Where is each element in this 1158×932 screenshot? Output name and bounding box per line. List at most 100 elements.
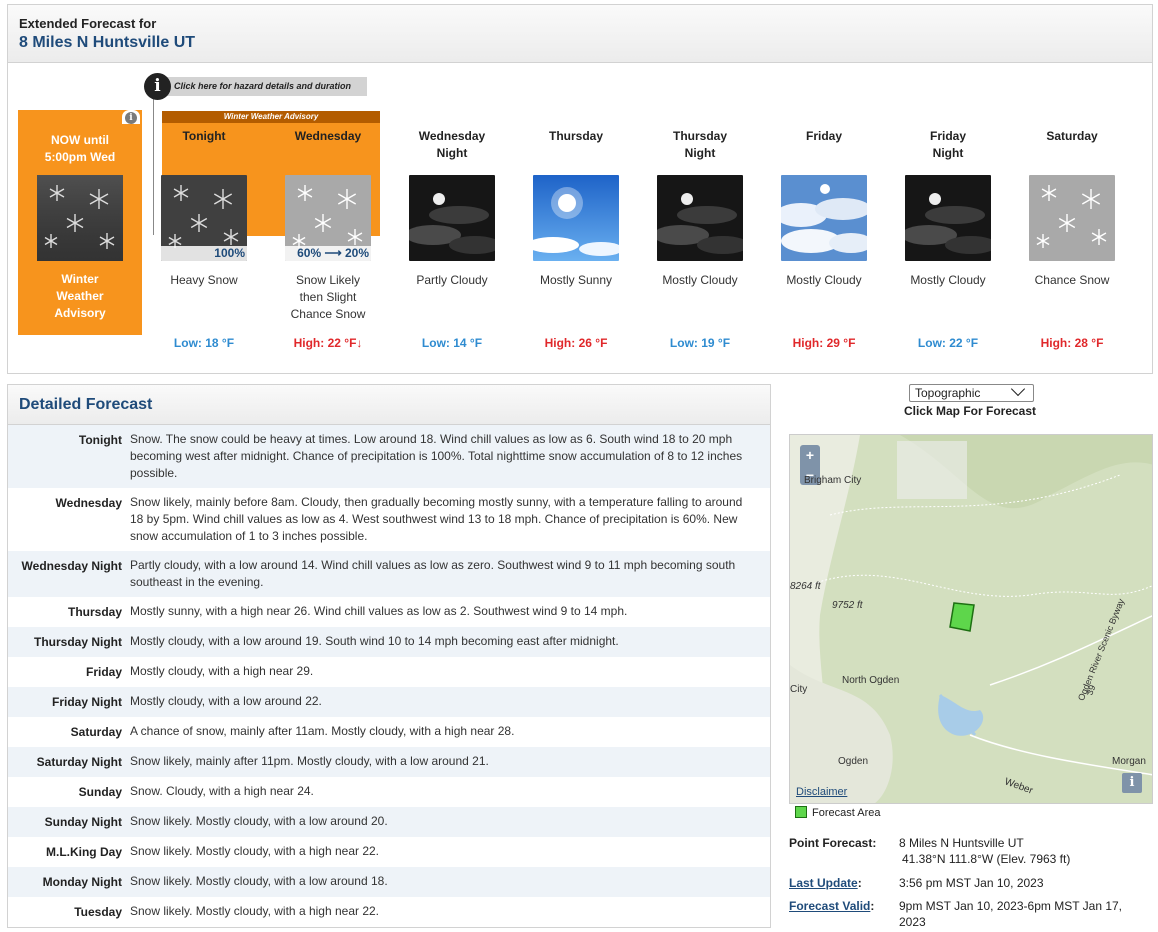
row-forecast-text: Snow likely, mainly after 11pm. Mostly c… <box>130 754 489 768</box>
period-name: Saturday <box>1046 129 1098 143</box>
detailed-forecast-row: Saturday Night Snow likely, mainly after … <box>8 747 770 777</box>
row-period-label: Wednesday <box>55 496 122 510</box>
map-label-elevation-9752: 9752 ft <box>832 600 863 611</box>
now-panel[interactable]: i NOW until 5:00pm Wed Winter Weather Ad… <box>18 110 142 335</box>
info-icon: i <box>125 112 137 124</box>
detailed-forecast-rows: Tonight Snow. The snow could be heavy at … <box>8 425 770 927</box>
detailed-forecast-row: Wednesday Night Partly cloudy, with a low… <box>8 551 770 597</box>
chevron-down-icon <box>1010 381 1026 397</box>
period-short-forecast: Mostly Sunny <box>539 273 613 287</box>
row-period-label: Thursday <box>67 605 122 619</box>
row-forecast-text: Snow likely. Mostly cloudy, with a high … <box>130 904 380 918</box>
night-cloudy-icon <box>409 175 495 261</box>
row-forecast-text: Mostly cloudy, with a low around 19. Sou… <box>130 634 619 648</box>
row-period-label: Friday <box>85 665 122 679</box>
detailed-forecast-title: Detailed Forecast <box>8 385 770 425</box>
forecast-area-swatch <box>795 806 807 818</box>
last-update-row: Last Update: <box>789 876 862 890</box>
forecast-header: Extended Forecast for 8 Miles N Huntsvil… <box>7 4 1153 62</box>
detailed-forecast-row: Thursday Mostly sunny, with a high near 2… <box>8 597 770 627</box>
row-period-label: Friday Night <box>51 695 122 709</box>
snow-icon <box>37 175 123 261</box>
zoom-in-button[interactable]: + <box>800 445 820 465</box>
period-short-forecast: Mostly Cloudy <box>662 273 738 287</box>
now-label: NOW until 5:00pm Wed <box>44 133 116 164</box>
forecast-valid-value: 9pm MST Jan 10, 2023-6pm MST Jan 17, 202… <box>899 899 1123 929</box>
row-period-label: Sunday <box>78 785 122 799</box>
detailed-forecast-row: Friday Mostly cloudy, with a high near 29… <box>8 657 770 687</box>
forecast-period[interactable]: Thursday Mostly Sunny High: 26 °F <box>521 128 631 350</box>
period-name: Friday Night <box>929 129 966 160</box>
point-forecast-label: Point Forecast: <box>789 836 877 850</box>
period-temperature: Low: 18 °F <box>173 336 235 350</box>
period-name: Wednesday Night <box>418 129 486 160</box>
forecast-valid-link[interactable]: Forecast Valid <box>789 899 870 913</box>
row-forecast-text: Snow. Cloudy, with a high near 24. <box>130 784 314 798</box>
period-name: Friday <box>805 129 842 143</box>
forecast-period[interactable]: Friday Mostly Cloudy High: 29 °F <box>769 128 879 350</box>
forecast-period[interactable]: Tonight 100% Heavy Snow Low: 18 °F <box>149 128 259 350</box>
row-period-label: Wednesday Night <box>21 559 122 573</box>
map-label-elevation-8264: 8264 ft <box>790 581 821 592</box>
forecast-period[interactable]: Friday Night Mostly Cloudy Low: 22 °F <box>893 128 1003 350</box>
cloudy-icon <box>781 175 867 261</box>
period-temperature: High: 26 °F <box>544 336 608 350</box>
detailed-forecast-row: Saturday A chance of snow, mainly after 1… <box>8 717 770 747</box>
forecast-period[interactable]: Wednesday Night Partly Cloudy Low: 14 °F <box>397 128 507 350</box>
precip-chance: 100% <box>161 246 247 261</box>
map-label-city: City <box>790 684 808 695</box>
map-type-select[interactable]: Topographic <box>909 381 1034 402</box>
detailed-forecast-row: Wednesday Snow likely, mainly before 8am.… <box>8 488 770 551</box>
period-short-forecast: Heavy Snow <box>170 273 238 287</box>
night-cloudy-icon <box>905 175 991 261</box>
point-forecast-name: 8 Miles N Huntsville UT <box>899 836 1024 850</box>
period-temperature: Low: 14 °F <box>421 336 483 350</box>
map-disclaimer-link[interactable]: Disclaimer <box>796 786 847 798</box>
detailed-forecast-row: Sunday Night Snow likely. Mostly cloudy, … <box>8 807 770 837</box>
row-forecast-text: Snow likely. Mostly cloudy, with a high … <box>130 844 380 858</box>
advisory-label: Winter Weather Advisory <box>162 111 380 123</box>
period-temperature: High: 28 °F <box>1040 336 1104 350</box>
header-subtitle: Extended Forecast for <box>19 16 157 31</box>
row-period-label: Tonight <box>78 433 122 447</box>
header-location: 8 Miles N Huntsville UT <box>19 34 196 51</box>
row-forecast-text: Snow. The snow could be heavy at times. … <box>130 432 743 480</box>
row-forecast-text: Snow likely. Mostly cloudy, with a low a… <box>130 814 388 828</box>
detailed-forecast-row: Friday Night Mostly cloudy, with a low ar… <box>8 687 770 717</box>
period-name: Wednesday <box>294 129 362 143</box>
map-legend: Forecast Area <box>795 806 880 819</box>
snow-light-icon: 60% ⟶ 20% <box>285 175 371 261</box>
row-period-label: Sunday Night <box>44 815 122 829</box>
map-label-brigham-city: Brigham City <box>804 475 862 486</box>
period-name: Thursday Night <box>672 129 727 160</box>
precip-chance: 60% ⟶ 20% <box>285 246 371 261</box>
forecast-period[interactable]: Wednesday 60% ⟶ 20% Snow Likely then Slight… <box>273 128 383 350</box>
period-short-forecast: Chance Snow <box>1034 273 1110 287</box>
map-info-icon[interactable]: i <box>1122 773 1142 793</box>
map-label-north-ogden: North Ogden <box>842 675 900 686</box>
period-temperature: High: 22 °F↓ <box>293 336 363 350</box>
info-icon: i <box>144 73 171 100</box>
forecast-area-polygon <box>949 602 975 632</box>
forecast-period[interactable]: Saturday Chance Snow High: 28 °F <box>1017 128 1127 350</box>
hazard-details-button[interactable]: i Click here for hazard details and dura… <box>144 73 368 100</box>
map-caption: Click Map For Forecast <box>903 404 1037 418</box>
row-forecast-text: Snow likely. Mostly cloudy, with a low a… <box>130 874 388 888</box>
row-period-label: Thursday Night <box>33 635 122 649</box>
forecast-period[interactable]: Thursday Night Mostly Cloudy Low: 19 °F <box>645 128 755 350</box>
period-short-forecast: Mostly Cloudy <box>786 273 862 287</box>
row-period-label: M.L.King Day <box>45 845 122 859</box>
row-period-label: Saturday <box>70 725 122 739</box>
map-label-ogden: Ogden <box>838 756 869 767</box>
detailed-forecast-row: Monday Night Snow likely. Mostly cloudy, … <box>8 867 770 897</box>
now-info-tab[interactable]: i <box>122 110 140 124</box>
detailed-forecast: Detailed Forecast Tonight Snow. The snow … <box>7 384 771 928</box>
row-forecast-text: Snow likely, mainly before 8am. Cloudy, … <box>130 495 743 543</box>
last-update-link[interactable]: Last Update <box>789 876 858 890</box>
period-temperature: Low: 22 °F <box>917 336 979 350</box>
snow-icon: 100% <box>161 175 247 261</box>
period-name: Thursday <box>548 129 603 143</box>
period-short-forecast: Snow Likely then Slight Chance Snow <box>290 273 366 321</box>
forecast-map[interactable]: + − Brigham City 8264 ft 9752 ft North O… <box>789 434 1153 804</box>
row-forecast-text: A chance of snow, mainly after 11am. Mos… <box>130 724 515 738</box>
